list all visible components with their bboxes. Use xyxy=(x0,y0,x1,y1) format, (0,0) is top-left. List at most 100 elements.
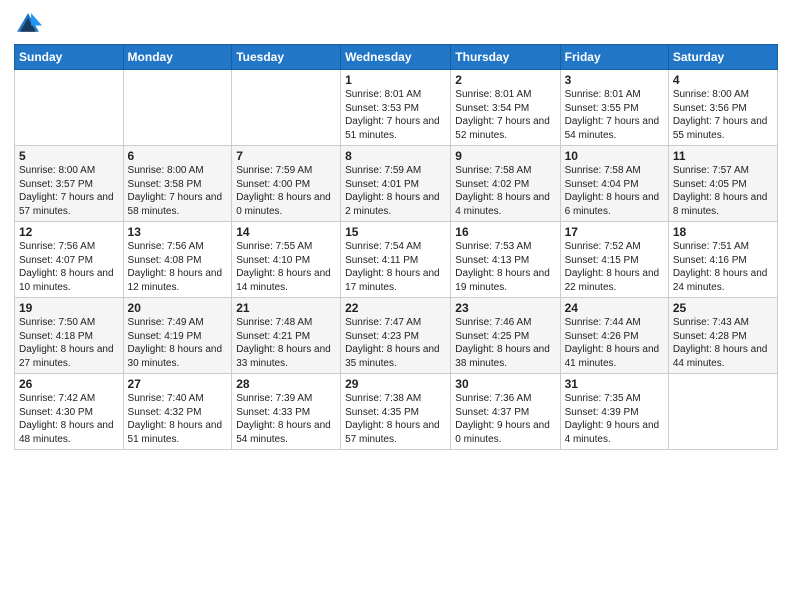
col-header-friday: Friday xyxy=(560,45,668,70)
day-info: Sunrise: 8:00 AM Sunset: 3:57 PM Dayligh… xyxy=(19,164,119,218)
col-header-sunday: Sunday xyxy=(15,45,124,70)
day-info: Sunrise: 7:38 AM Sunset: 4:35 PM Dayligh… xyxy=(345,392,446,446)
day-number: 4 xyxy=(673,73,773,87)
day-cell: 31Sunrise: 7:35 AM Sunset: 4:39 PM Dayli… xyxy=(560,374,668,450)
day-cell xyxy=(232,70,341,146)
day-info: Sunrise: 7:58 AM Sunset: 4:04 PM Dayligh… xyxy=(565,164,664,218)
day-number: 5 xyxy=(19,149,119,163)
day-info: Sunrise: 7:43 AM Sunset: 4:28 PM Dayligh… xyxy=(673,316,773,370)
day-info: Sunrise: 7:49 AM Sunset: 4:19 PM Dayligh… xyxy=(128,316,228,370)
day-number: 29 xyxy=(345,377,446,391)
day-number: 20 xyxy=(128,301,228,315)
day-number: 25 xyxy=(673,301,773,315)
day-info: Sunrise: 7:50 AM Sunset: 4:18 PM Dayligh… xyxy=(19,316,119,370)
day-cell: 8Sunrise: 7:59 AM Sunset: 4:01 PM Daylig… xyxy=(341,146,451,222)
col-header-saturday: Saturday xyxy=(668,45,777,70)
day-number: 2 xyxy=(455,73,555,87)
day-info: Sunrise: 7:36 AM Sunset: 4:37 PM Dayligh… xyxy=(455,392,555,446)
day-cell: 15Sunrise: 7:54 AM Sunset: 4:11 PM Dayli… xyxy=(341,222,451,298)
day-info: Sunrise: 8:01 AM Sunset: 3:53 PM Dayligh… xyxy=(345,88,446,142)
day-info: Sunrise: 7:42 AM Sunset: 4:30 PM Dayligh… xyxy=(19,392,119,446)
day-number: 24 xyxy=(565,301,664,315)
day-info: Sunrise: 7:48 AM Sunset: 4:21 PM Dayligh… xyxy=(236,316,336,370)
header-row: SundayMondayTuesdayWednesdayThursdayFrid… xyxy=(15,45,778,70)
day-info: Sunrise: 7:52 AM Sunset: 4:15 PM Dayligh… xyxy=(565,240,664,294)
day-info: Sunrise: 7:56 AM Sunset: 4:08 PM Dayligh… xyxy=(128,240,228,294)
day-number: 31 xyxy=(565,377,664,391)
day-cell: 23Sunrise: 7:46 AM Sunset: 4:25 PM Dayli… xyxy=(451,298,560,374)
day-cell: 19Sunrise: 7:50 AM Sunset: 4:18 PM Dayli… xyxy=(15,298,124,374)
week-row-2: 5Sunrise: 8:00 AM Sunset: 3:57 PM Daylig… xyxy=(15,146,778,222)
page: SundayMondayTuesdayWednesdayThursdayFrid… xyxy=(0,0,792,612)
calendar-table: SundayMondayTuesdayWednesdayThursdayFrid… xyxy=(14,44,778,450)
day-cell: 17Sunrise: 7:52 AM Sunset: 4:15 PM Dayli… xyxy=(560,222,668,298)
day-cell xyxy=(123,70,232,146)
day-info: Sunrise: 7:53 AM Sunset: 4:13 PM Dayligh… xyxy=(455,240,555,294)
day-cell: 29Sunrise: 7:38 AM Sunset: 4:35 PM Dayli… xyxy=(341,374,451,450)
day-info: Sunrise: 7:56 AM Sunset: 4:07 PM Dayligh… xyxy=(19,240,119,294)
day-number: 22 xyxy=(345,301,446,315)
day-cell: 7Sunrise: 7:59 AM Sunset: 4:00 PM Daylig… xyxy=(232,146,341,222)
day-number: 17 xyxy=(565,225,664,239)
week-row-5: 26Sunrise: 7:42 AM Sunset: 4:30 PM Dayli… xyxy=(15,374,778,450)
header xyxy=(14,10,778,38)
day-cell: 24Sunrise: 7:44 AM Sunset: 4:26 PM Dayli… xyxy=(560,298,668,374)
day-cell: 12Sunrise: 7:56 AM Sunset: 4:07 PM Dayli… xyxy=(15,222,124,298)
day-number: 15 xyxy=(345,225,446,239)
day-info: Sunrise: 8:00 AM Sunset: 3:58 PM Dayligh… xyxy=(128,164,228,218)
day-cell: 14Sunrise: 7:55 AM Sunset: 4:10 PM Dayli… xyxy=(232,222,341,298)
day-number: 13 xyxy=(128,225,228,239)
day-cell: 9Sunrise: 7:58 AM Sunset: 4:02 PM Daylig… xyxy=(451,146,560,222)
week-row-3: 12Sunrise: 7:56 AM Sunset: 4:07 PM Dayli… xyxy=(15,222,778,298)
day-number: 12 xyxy=(19,225,119,239)
day-number: 18 xyxy=(673,225,773,239)
day-number: 27 xyxy=(128,377,228,391)
day-number: 11 xyxy=(673,149,773,163)
day-number: 26 xyxy=(19,377,119,391)
day-number: 21 xyxy=(236,301,336,315)
day-cell: 18Sunrise: 7:51 AM Sunset: 4:16 PM Dayli… xyxy=(668,222,777,298)
day-info: Sunrise: 7:51 AM Sunset: 4:16 PM Dayligh… xyxy=(673,240,773,294)
day-number: 23 xyxy=(455,301,555,315)
day-cell xyxy=(668,374,777,450)
day-number: 28 xyxy=(236,377,336,391)
day-number: 30 xyxy=(455,377,555,391)
day-cell: 2Sunrise: 8:01 AM Sunset: 3:54 PM Daylig… xyxy=(451,70,560,146)
day-info: Sunrise: 8:00 AM Sunset: 3:56 PM Dayligh… xyxy=(673,88,773,142)
col-header-tuesday: Tuesday xyxy=(232,45,341,70)
day-number: 1 xyxy=(345,73,446,87)
day-number: 8 xyxy=(345,149,446,163)
day-info: Sunrise: 7:55 AM Sunset: 4:10 PM Dayligh… xyxy=(236,240,336,294)
day-info: Sunrise: 7:58 AM Sunset: 4:02 PM Dayligh… xyxy=(455,164,555,218)
col-header-monday: Monday xyxy=(123,45,232,70)
week-row-4: 19Sunrise: 7:50 AM Sunset: 4:18 PM Dayli… xyxy=(15,298,778,374)
day-cell: 13Sunrise: 7:56 AM Sunset: 4:08 PM Dayli… xyxy=(123,222,232,298)
logo-icon xyxy=(14,10,42,38)
day-cell: 11Sunrise: 7:57 AM Sunset: 4:05 PM Dayli… xyxy=(668,146,777,222)
day-cell xyxy=(15,70,124,146)
day-cell: 3Sunrise: 8:01 AM Sunset: 3:55 PM Daylig… xyxy=(560,70,668,146)
day-number: 10 xyxy=(565,149,664,163)
day-cell: 30Sunrise: 7:36 AM Sunset: 4:37 PM Dayli… xyxy=(451,374,560,450)
day-info: Sunrise: 7:39 AM Sunset: 4:33 PM Dayligh… xyxy=(236,392,336,446)
day-cell: 27Sunrise: 7:40 AM Sunset: 4:32 PM Dayli… xyxy=(123,374,232,450)
day-number: 19 xyxy=(19,301,119,315)
day-cell: 22Sunrise: 7:47 AM Sunset: 4:23 PM Dayli… xyxy=(341,298,451,374)
day-info: Sunrise: 7:44 AM Sunset: 4:26 PM Dayligh… xyxy=(565,316,664,370)
day-number: 14 xyxy=(236,225,336,239)
day-info: Sunrise: 8:01 AM Sunset: 3:55 PM Dayligh… xyxy=(565,88,664,142)
day-number: 3 xyxy=(565,73,664,87)
day-number: 9 xyxy=(455,149,555,163)
day-cell: 26Sunrise: 7:42 AM Sunset: 4:30 PM Dayli… xyxy=(15,374,124,450)
day-info: Sunrise: 7:57 AM Sunset: 4:05 PM Dayligh… xyxy=(673,164,773,218)
day-info: Sunrise: 8:01 AM Sunset: 3:54 PM Dayligh… xyxy=(455,88,555,142)
day-cell: 25Sunrise: 7:43 AM Sunset: 4:28 PM Dayli… xyxy=(668,298,777,374)
day-info: Sunrise: 7:35 AM Sunset: 4:39 PM Dayligh… xyxy=(565,392,664,446)
day-cell: 6Sunrise: 8:00 AM Sunset: 3:58 PM Daylig… xyxy=(123,146,232,222)
day-cell: 16Sunrise: 7:53 AM Sunset: 4:13 PM Dayli… xyxy=(451,222,560,298)
day-number: 7 xyxy=(236,149,336,163)
day-cell: 4Sunrise: 8:00 AM Sunset: 3:56 PM Daylig… xyxy=(668,70,777,146)
col-header-thursday: Thursday xyxy=(451,45,560,70)
day-cell: 1Sunrise: 8:01 AM Sunset: 3:53 PM Daylig… xyxy=(341,70,451,146)
day-info: Sunrise: 7:54 AM Sunset: 4:11 PM Dayligh… xyxy=(345,240,446,294)
